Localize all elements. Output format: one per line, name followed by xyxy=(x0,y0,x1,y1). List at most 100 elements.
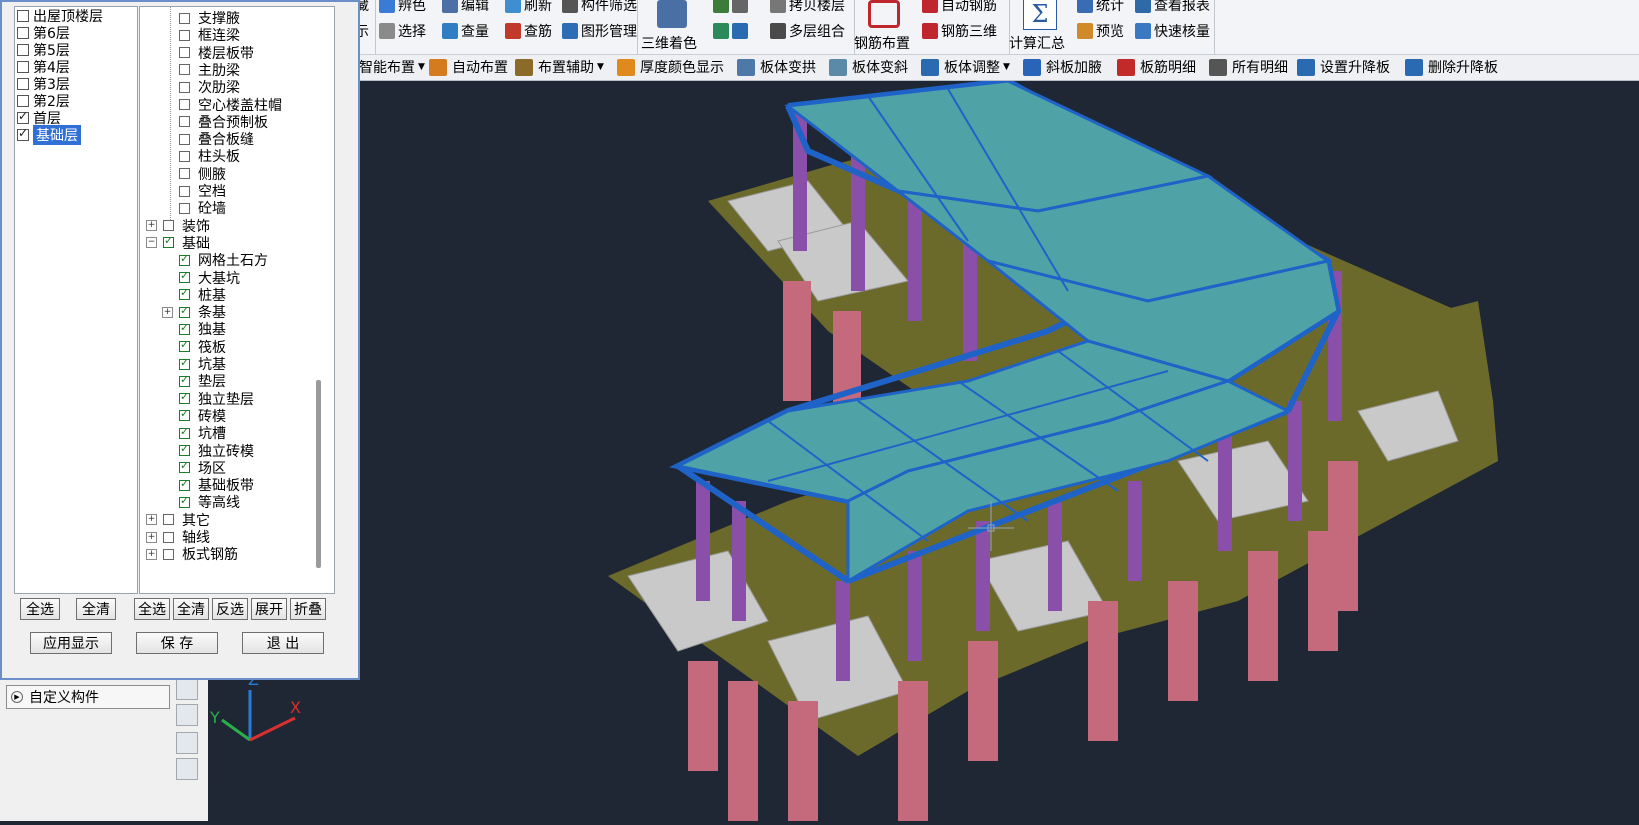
tree-checkbox[interactable] xyxy=(179,407,190,422)
ribbon-btn-3d-tools[interactable] xyxy=(713,21,751,41)
arc-tool[interactable] xyxy=(176,732,198,754)
ribbon-btn-select[interactable]: 选择 xyxy=(379,21,426,41)
tree-checkbox[interactable] xyxy=(179,64,190,76)
tree-checkbox[interactable] xyxy=(179,202,190,214)
ribbon-btn-auto-rebar[interactable]: 自动钢筋 xyxy=(922,0,997,15)
tree-item[interactable]: 坑槽 xyxy=(166,424,226,442)
curve-tool[interactable] xyxy=(176,758,198,780)
set-drop-slab-button[interactable]: 设置升降板 xyxy=(1297,57,1390,77)
floor-checkbox[interactable] xyxy=(17,43,29,56)
floor-item[interactable]: 第5层 xyxy=(15,41,137,59)
tree-checkbox[interactable] xyxy=(179,390,190,405)
slab-arch-button[interactable]: 板体变拱 xyxy=(737,57,816,77)
tree-item[interactable]: 砖模 xyxy=(166,407,226,425)
tree-item[interactable]: 独基 xyxy=(166,320,226,338)
floor-checkbox[interactable] xyxy=(17,126,29,141)
tree-item[interactable]: −基础 xyxy=(146,234,210,252)
tree-checkbox[interactable] xyxy=(179,47,190,59)
tree-item[interactable]: 独立垫层 xyxy=(166,390,254,408)
draw-polyline-tool[interactable] xyxy=(176,678,198,700)
tree-item[interactable]: 砼墙 xyxy=(166,199,226,217)
ribbon-btn-3d-small[interactable] xyxy=(713,0,751,15)
tree-checkbox[interactable] xyxy=(179,442,190,456)
tree-item[interactable]: 叠合预制板 xyxy=(166,113,268,131)
tree-item[interactable]: + 装饰 xyxy=(146,217,210,235)
tree-checkbox[interactable] xyxy=(179,99,190,110)
3d-viewport[interactable] xyxy=(208,77,1639,821)
tree-item[interactable]: 主肋梁 xyxy=(166,61,240,79)
rebar-layout-button[interactable]: 钢筋布置 xyxy=(854,0,916,52)
floor-item[interactable]: 第6层 xyxy=(15,24,137,42)
floor-checkbox[interactable] xyxy=(17,109,29,124)
apply-display-button[interactable]: 应用显示 xyxy=(30,632,112,654)
ribbon-btn-query-qty[interactable]: 查量 xyxy=(442,21,489,41)
slab-rebar-detail-button[interactable]: 板筋明细 xyxy=(1117,57,1196,77)
tree-checkbox[interactable] xyxy=(179,356,190,370)
tree-checkbox[interactable] xyxy=(179,252,190,266)
tree-checkbox[interactable] xyxy=(179,150,190,162)
tree-checkbox[interactable] xyxy=(163,514,174,526)
save-button[interactable]: 保 存 xyxy=(136,632,218,654)
ribbon-btn-copy-floor[interactable]: 拷贝楼层 xyxy=(770,0,845,15)
slab-adjust-dropdown[interactable]: 板体调整 ▼ xyxy=(921,57,1010,77)
tree-checkbox[interactable] xyxy=(163,548,174,560)
expand-toggle-icon[interactable]: + xyxy=(146,531,157,543)
thickness-color-button[interactable]: 厚度颜色显示 xyxy=(617,57,724,77)
tree-item[interactable]: + 轴线 xyxy=(146,528,210,546)
tree-checkbox[interactable] xyxy=(179,321,190,335)
tree-checkbox[interactable] xyxy=(179,304,190,318)
tree-item[interactable]: 侧腋 xyxy=(166,165,226,183)
tree-item[interactable]: 筏板 xyxy=(166,338,226,356)
ribbon-btn-stats[interactable]: 统计 xyxy=(1077,0,1124,15)
floor-checkbox[interactable] xyxy=(17,77,29,90)
tree-item[interactable]: 独立砖模 xyxy=(166,442,254,460)
tree-checkbox[interactable] xyxy=(179,81,190,93)
tree-item[interactable]: 网格土石方 xyxy=(166,251,268,269)
tree-checkbox[interactable] xyxy=(163,234,174,249)
floor-clear-all-button[interactable]: 全清 xyxy=(76,598,116,620)
tree-expand-button[interactable]: 展开 xyxy=(251,598,287,620)
ribbon-btn-rebar-3d[interactable]: 钢筋三维 xyxy=(922,21,997,41)
tree-scrollbar[interactable] xyxy=(316,380,321,568)
floor-item[interactable]: 第2层 xyxy=(15,92,137,110)
tree-checkbox[interactable] xyxy=(179,338,190,353)
floor-select-all-button[interactable]: 全选 xyxy=(20,598,60,620)
tree-checkbox[interactable] xyxy=(179,168,190,180)
tree-checkbox[interactable] xyxy=(179,269,190,283)
tree-item[interactable]: 桩基 xyxy=(166,286,226,304)
ribbon-btn-refresh[interactable]: 刷新 xyxy=(505,0,552,15)
expand-icon[interactable]: ▶ xyxy=(11,691,23,703)
tree-item[interactable]: 楼层板带 xyxy=(166,44,254,62)
tree-checkbox[interactable] xyxy=(179,286,190,301)
tree-checkbox[interactable] xyxy=(179,494,190,508)
custom-component-item[interactable]: ▶ 自定义构件 xyxy=(6,685,170,709)
smart-layout-dropdown[interactable]: 智能布置 ▼ xyxy=(359,57,425,77)
slab-slope-button[interactable]: 板体变斜 xyxy=(829,57,908,77)
expand-toggle-icon[interactable]: + xyxy=(162,306,173,318)
floor-checkbox[interactable] xyxy=(17,26,29,39)
tree-checkbox[interactable] xyxy=(163,220,174,232)
ribbon-btn-query-rebar[interactable]: 查筋 xyxy=(505,21,552,41)
ribbon-btn-report[interactable]: 查看报表 xyxy=(1135,0,1210,15)
tree-item[interactable]: +条基 xyxy=(162,303,226,321)
tree-item[interactable]: 场区 xyxy=(166,459,226,477)
rect-tool[interactable] xyxy=(176,704,198,726)
ribbon-btn-edit[interactable]: 编辑 xyxy=(442,0,489,15)
tree-checkbox[interactable] xyxy=(179,116,190,128)
tree-invert-button[interactable]: 反选 xyxy=(212,598,248,620)
tree-item[interactable]: 框连梁 xyxy=(166,26,240,44)
expand-toggle-icon[interactable]: + xyxy=(146,548,157,560)
tree-item[interactable]: 基础板带 xyxy=(166,476,254,494)
tree-clear-all-button[interactable]: 全清 xyxy=(173,598,209,620)
tree-item[interactable]: 空心楼盖柱帽 xyxy=(166,96,282,114)
expand-toggle-icon[interactable]: − xyxy=(146,237,157,249)
tree-checkbox[interactable] xyxy=(179,29,190,41)
floor-checkbox[interactable] xyxy=(17,60,29,73)
delete-drop-slab-button[interactable]: 删除升降板 xyxy=(1405,57,1498,77)
tree-item[interactable]: + 其它 xyxy=(146,511,210,529)
tree-item[interactable]: 等高线 xyxy=(166,493,240,511)
ribbon-btn-filter[interactable]: 构件筛选 xyxy=(562,0,637,15)
expand-toggle-icon[interactable]: + xyxy=(146,220,157,232)
tree-item[interactable]: 支撑腋 xyxy=(166,9,240,27)
floor-item[interactable]: 第4层 xyxy=(15,58,137,76)
